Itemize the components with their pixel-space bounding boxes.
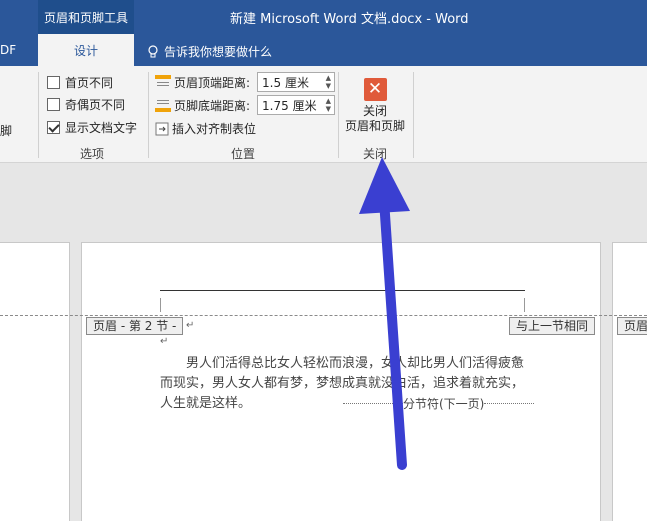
header-top-distance-label: 页眉顶端距离:	[174, 75, 251, 90]
tab-design[interactable]: 设计	[38, 34, 134, 66]
close-group-label: 关闭	[363, 147, 388, 161]
tab-pdf[interactable]: DF	[0, 43, 16, 57]
spin-arrows-icon[interactable]: ▲ ▼	[326, 97, 331, 113]
margin-marker	[160, 298, 161, 312]
different-first-page-label: 首页不同	[65, 76, 114, 90]
header-section-tag: 页眉 - 第 2 节 -	[86, 317, 184, 335]
window-title: 新建 Microsoft Word 文档.docx - Word	[230, 12, 469, 27]
footer-position-icon	[155, 98, 171, 112]
previous-page	[0, 242, 70, 521]
different-first-page-checkbox[interactable]	[47, 76, 60, 89]
alignment-tab-icon	[155, 122, 169, 135]
different-odd-even-label: 奇偶页不同	[65, 98, 126, 112]
lightbulb-icon	[148, 44, 158, 57]
insert-alignment-tab-button[interactable]: 插入对齐制表位	[155, 120, 256, 137]
section-break-label: 分节符(下一页)	[403, 397, 485, 411]
title-bar: 页眉和页脚工具 新建 Microsoft Word 文档.docx - Word	[0, 0, 647, 38]
header-top-distance-row: 页眉顶端距离: 1.5 厘米 ▲ ▼	[155, 72, 336, 92]
close-icon: ✕	[363, 78, 387, 101]
footer-bottom-distance-row: 页脚底端距离: 1.75 厘米 ▲ ▼	[155, 95, 336, 115]
group-separator	[413, 72, 414, 158]
group-separator	[148, 72, 149, 158]
different-odd-even-option[interactable]: 奇偶页不同	[47, 96, 125, 113]
header-border-rule	[160, 290, 525, 291]
section-break-dots	[343, 403, 403, 404]
close-header-footer-button[interactable]: ✕ 关闭 页眉和页脚	[344, 78, 406, 138]
same-as-previous-tag: 与上一节相同	[509, 317, 596, 335]
paragraph-mark-icon: ↵	[160, 336, 169, 347]
show-document-text-checkbox[interactable]	[47, 121, 60, 134]
header-footer-tools-label: 页眉和页脚工具	[38, 0, 134, 34]
header-top-distance-value: 1.5 厘米	[262, 75, 309, 90]
header-top-distance-input[interactable]: 1.5 厘米 ▲ ▼	[257, 72, 336, 92]
close-button-line1: 关闭	[362, 104, 387, 118]
footer-button-partial[interactable]: 脚	[0, 122, 12, 139]
header-boundary-line	[0, 315, 647, 316]
group-separator	[338, 72, 339, 158]
close-button-line2: 页眉和页脚	[344, 119, 405, 133]
show-document-text-label: 显示文档文字	[65, 121, 138, 135]
paragraph-mark-icon: ↵	[186, 320, 195, 331]
ribbon: 脚 首页不同 奇偶页不同 显示文档文字 选项 页眉顶端距离: 1.5 厘米 ▲ ▼…	[0, 66, 647, 163]
tell-me-text: 告诉我你想要做什么	[164, 45, 273, 59]
section-break-dots	[484, 403, 535, 404]
show-document-text-option[interactable]: 显示文档文字	[47, 119, 137, 136]
header-position-icon	[155, 75, 171, 89]
footer-bottom-distance-value: 1.75 厘米	[262, 98, 317, 113]
footer-bottom-distance-label: 页脚底端距离:	[174, 98, 251, 113]
footer-bottom-distance-input[interactable]: 1.75 厘米 ▲ ▼	[257, 95, 336, 115]
insert-alignment-tab-label: 插入对齐制表位	[172, 122, 257, 136]
group-separator	[38, 72, 39, 158]
ribbon-tab-row: DF 设计 告诉我你想要做什么	[0, 34, 647, 66]
different-first-page-option[interactable]: 首页不同	[47, 74, 113, 91]
position-group-label: 位置	[231, 147, 256, 161]
tell-me-search[interactable]: 告诉我你想要做什么	[148, 43, 272, 60]
section-break-marker: 分节符(下一页)	[343, 395, 535, 412]
next-page-header-tag: 页眉	[617, 317, 647, 335]
options-group-label: 选项	[80, 147, 105, 161]
spin-arrows-icon[interactable]: ▲ ▼	[326, 74, 331, 90]
next-page	[612, 242, 647, 521]
margin-marker	[524, 298, 525, 312]
different-odd-even-checkbox[interactable]	[47, 98, 60, 111]
